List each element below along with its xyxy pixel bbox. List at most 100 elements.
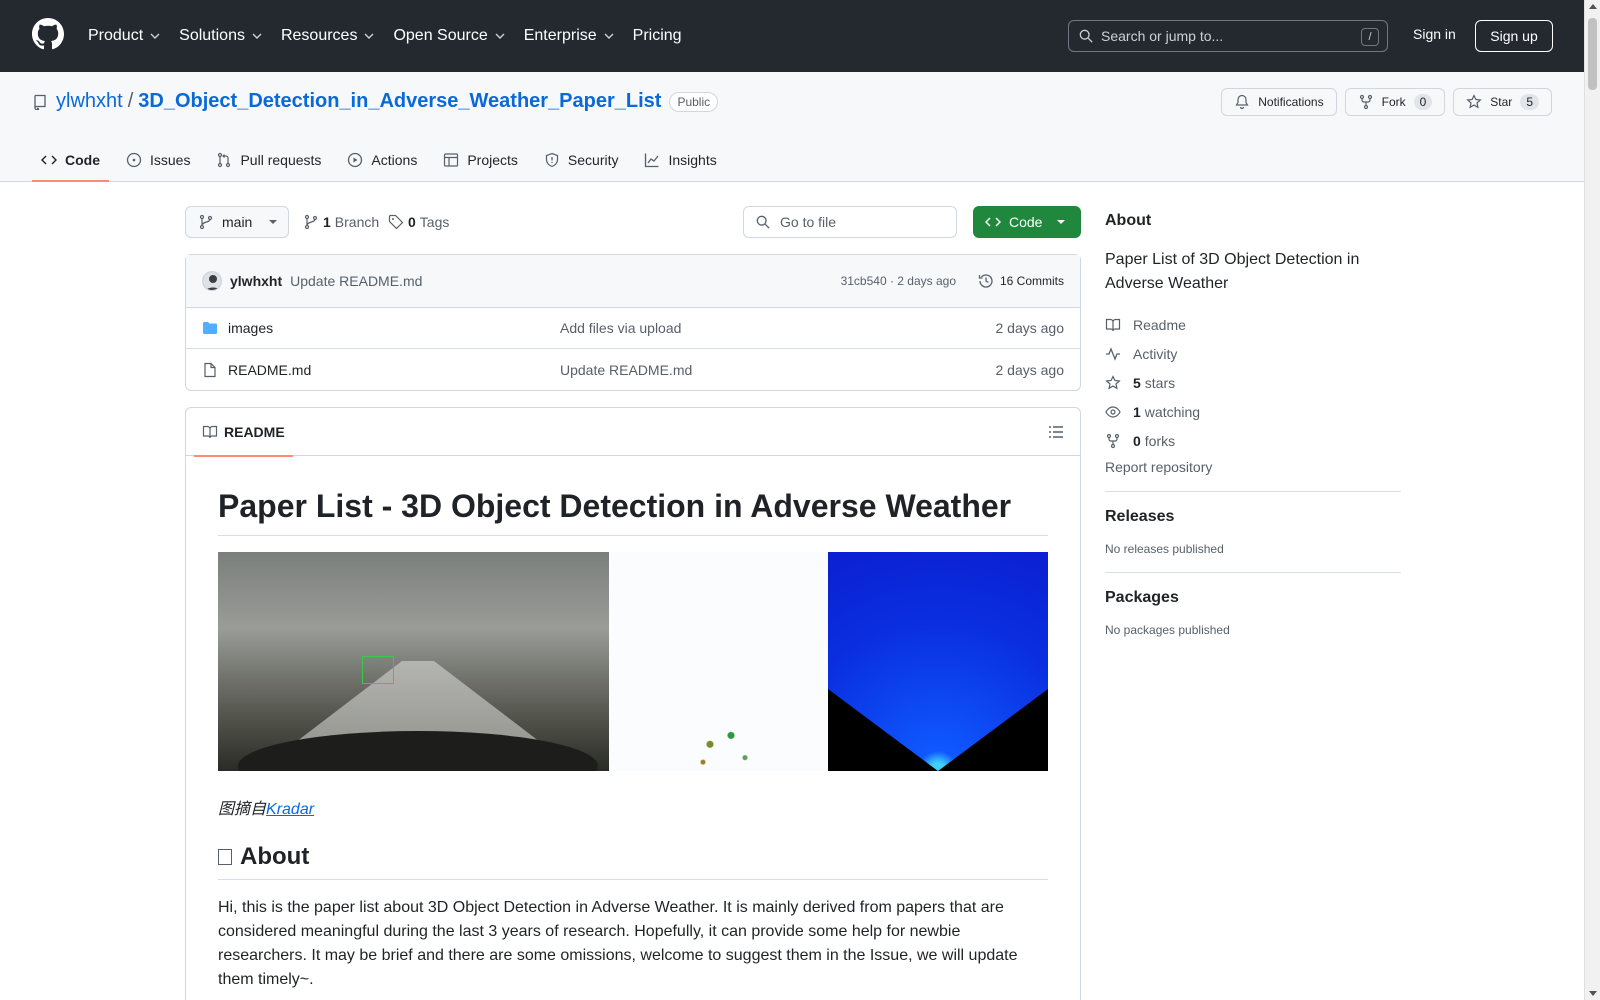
releases-title[interactable]: Releases	[1105, 508, 1401, 526]
tags-link[interactable]: 0 Tags	[388, 214, 449, 230]
pull-request-icon	[218, 152, 231, 168]
file-icon	[204, 362, 216, 377]
repo-owner-link[interactable]: ylwhxht	[56, 90, 123, 113]
tab-code[interactable]: Code	[32, 138, 109, 182]
nav-product[interactable]: Product	[88, 27, 161, 45]
nav-resources[interactable]: Resources	[281, 27, 375, 45]
nav-open-source[interactable]: Open Source	[393, 27, 505, 45]
nav-enterprise[interactable]: Enterprise	[524, 27, 615, 45]
history-icon	[978, 274, 993, 288]
nav-product-label: Product	[88, 27, 144, 44]
tab-insights-label: Insights	[668, 152, 717, 168]
commits-history-link[interactable]: 16 Commits	[978, 273, 1064, 289]
chevron-down-icon	[495, 33, 505, 39]
scrollbar-thumb[interactable]	[1588, 18, 1597, 90]
star-button[interactable]: Star 5	[1453, 88, 1552, 116]
bell-icon	[1235, 94, 1249, 110]
image-caption: 图摘自Kradar	[218, 795, 1048, 819]
go-to-file-input[interactable]: Go to file	[743, 206, 957, 238]
scroll-down-arrow-icon[interactable]	[1589, 991, 1597, 996]
commit-author-link[interactable]: ylwhxht	[230, 273, 282, 289]
file-name-link[interactable]: README.md	[228, 362, 311, 378]
tab-issues-label: Issues	[150, 152, 191, 168]
scroll-up-arrow-icon[interactable]	[1589, 4, 1597, 9]
car-hood-shape	[238, 731, 598, 771]
code-icon	[41, 155, 57, 165]
caption-prefix: 图摘自	[218, 801, 267, 818]
top-nav: Product Solutions Resources Open Source …	[88, 0, 700, 72]
nav-open-source-label: Open Source	[393, 27, 488, 44]
repo-separator: /	[127, 90, 134, 112]
releases-empty-text: No releases published	[1105, 542, 1224, 556]
stars-label: stars	[1144, 374, 1176, 391]
search-icon	[1079, 29, 1093, 43]
readme-tab-label: README	[224, 424, 285, 440]
avatar[interactable]	[202, 271, 222, 291]
branch-selector[interactable]: main	[185, 206, 289, 238]
forks-link[interactable]: 0 forks	[1105, 426, 1401, 455]
notifications-button[interactable]: Notifications	[1221, 88, 1337, 116]
chevron-down-icon	[252, 33, 262, 39]
tab-code-label: Code	[65, 152, 100, 168]
branch-icon	[199, 214, 213, 230]
latest-commit-row: ylwhxht Update README.md 31cb540 · 2 day…	[186, 255, 1080, 308]
readme-title: Paper List - 3D Object Detection in Adve…	[218, 488, 1048, 536]
nav-pricing-label: Pricing	[632, 27, 682, 44]
tab-security[interactable]: Security	[535, 138, 628, 182]
nav-solutions-label: Solutions	[179, 27, 245, 44]
stars-link[interactable]: 5 stars	[1105, 368, 1401, 397]
kradar-link[interactable]: Kradar	[266, 801, 314, 818]
list-outline-icon[interactable]	[1048, 424, 1064, 440]
book-icon	[202, 425, 218, 439]
report-repository-link[interactable]: Report repository	[1105, 459, 1401, 475]
page-scrollbar[interactable]	[1584, 0, 1600, 1000]
packages-empty-text: No packages published	[1105, 623, 1230, 637]
global-search-input[interactable]: Search or jump to... /	[1068, 20, 1388, 52]
tag-count: 0	[408, 214, 416, 230]
file-commit-message[interactable]: Add files via upload	[560, 320, 681, 336]
code-dropdown-button[interactable]: Code	[973, 206, 1081, 238]
graph-icon	[645, 153, 659, 168]
watchers-link[interactable]: 1 watching	[1105, 397, 1401, 426]
tab-insights[interactable]: Insights	[635, 138, 725, 182]
caret-down-icon	[1057, 220, 1066, 224]
readme-header: README	[186, 408, 1080, 457]
file-row[interactable]: images Add files via upload 2 days ago	[186, 308, 1080, 349]
nav-solutions[interactable]: Solutions	[179, 27, 263, 45]
fork-label: Fork	[1381, 95, 1406, 109]
tab-pull-requests-label: Pull requests	[240, 152, 322, 168]
readme-tab[interactable]: README	[194, 408, 293, 457]
repo-name-link[interactable]: 3D_Object_Detection_in_Adverse_Weather_P…	[138, 90, 661, 113]
activity-link[interactable]: Activity	[1105, 339, 1401, 368]
tab-pull-requests[interactable]: Pull requests	[207, 138, 330, 182]
readme-about-heading: About	[218, 843, 1048, 880]
nav-pricing[interactable]: Pricing	[633, 27, 682, 45]
tab-issues[interactable]: Issues	[117, 138, 199, 182]
search-shortcut-key: /	[1361, 28, 1379, 46]
commit-message-link[interactable]: Update README.md	[290, 273, 422, 289]
commit-hash-date[interactable]: 31cb540 · 2 days ago	[841, 274, 956, 288]
file-name-link[interactable]: images	[228, 320, 273, 336]
camera-image	[218, 552, 609, 771]
branches-link[interactable]: 1 Branch	[303, 214, 379, 230]
branch-name: main	[222, 214, 253, 230]
sign-up-button[interactable]: Sign up	[1475, 20, 1553, 52]
folder-icon	[203, 322, 217, 334]
file-row[interactable]: README.md Update README.md 2 days ago	[186, 349, 1080, 390]
file-commit-message[interactable]: Update README.md	[560, 362, 692, 378]
forks-count: 0	[1133, 432, 1141, 449]
readme-paragraph: Hi, this is the paper list about 3D Obje…	[218, 899, 1018, 988]
file-date: 2 days ago	[995, 361, 1065, 378]
bounding-box-shape	[362, 656, 394, 684]
github-logo-icon[interactable]	[32, 18, 64, 50]
activity-link-label: Activity	[1133, 345, 1178, 362]
caret-down-icon	[269, 220, 278, 224]
sign-in-link[interactable]: Sign in	[1413, 26, 1456, 42]
notifications-label: Notifications	[1258, 95, 1324, 109]
packages-title[interactable]: Packages	[1105, 589, 1401, 607]
readme-link[interactable]: Readme	[1105, 310, 1401, 339]
tab-actions[interactable]: Actions	[338, 138, 426, 182]
tab-projects[interactable]: Projects	[434, 138, 527, 182]
fork-icon	[1359, 94, 1372, 110]
fork-button[interactable]: Fork 0	[1344, 88, 1446, 116]
